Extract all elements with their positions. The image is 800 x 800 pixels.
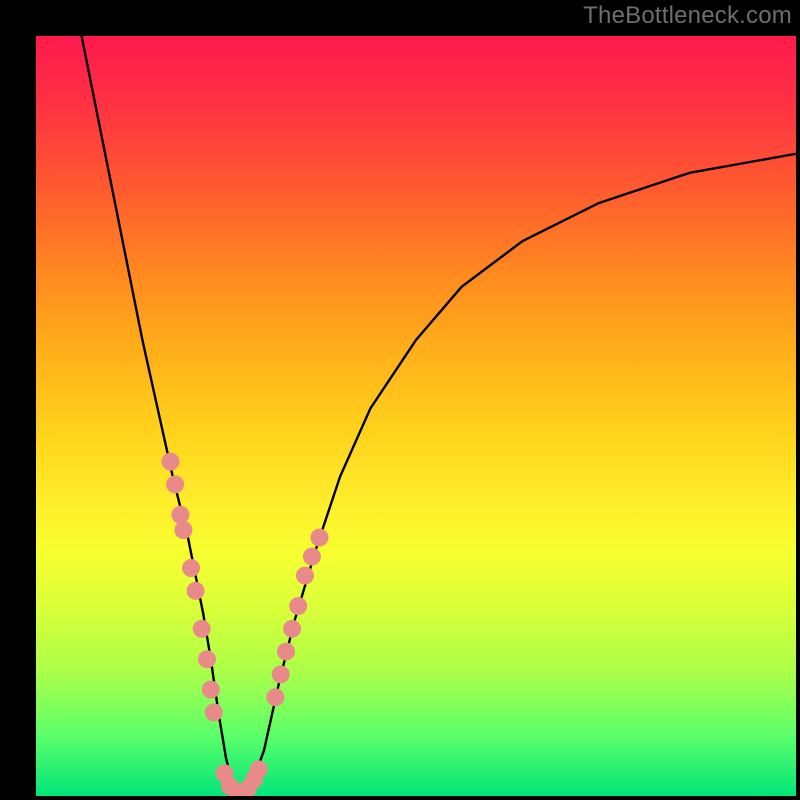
data-point — [250, 760, 268, 778]
data-point — [303, 548, 321, 566]
data-point — [266, 688, 284, 706]
curve-svg — [36, 36, 796, 796]
data-point — [198, 650, 216, 668]
data-point — [202, 681, 220, 699]
data-point — [171, 506, 189, 524]
data-point — [296, 567, 314, 585]
data-point — [289, 597, 307, 615]
data-point — [166, 475, 184, 493]
data-point — [283, 620, 301, 638]
watermark-text: TheBottleneck.com — [583, 2, 792, 30]
bottleneck-curve — [82, 36, 796, 796]
plot-area — [36, 36, 796, 796]
data-point — [277, 643, 295, 661]
data-point — [311, 529, 329, 547]
data-point — [187, 582, 205, 600]
data-point — [162, 453, 180, 471]
data-point — [272, 665, 290, 683]
chart-container: TheBottleneck.com — [0, 0, 800, 800]
data-point — [205, 703, 223, 721]
data-point — [193, 620, 211, 638]
data-point — [182, 559, 200, 577]
data-point — [174, 521, 192, 539]
